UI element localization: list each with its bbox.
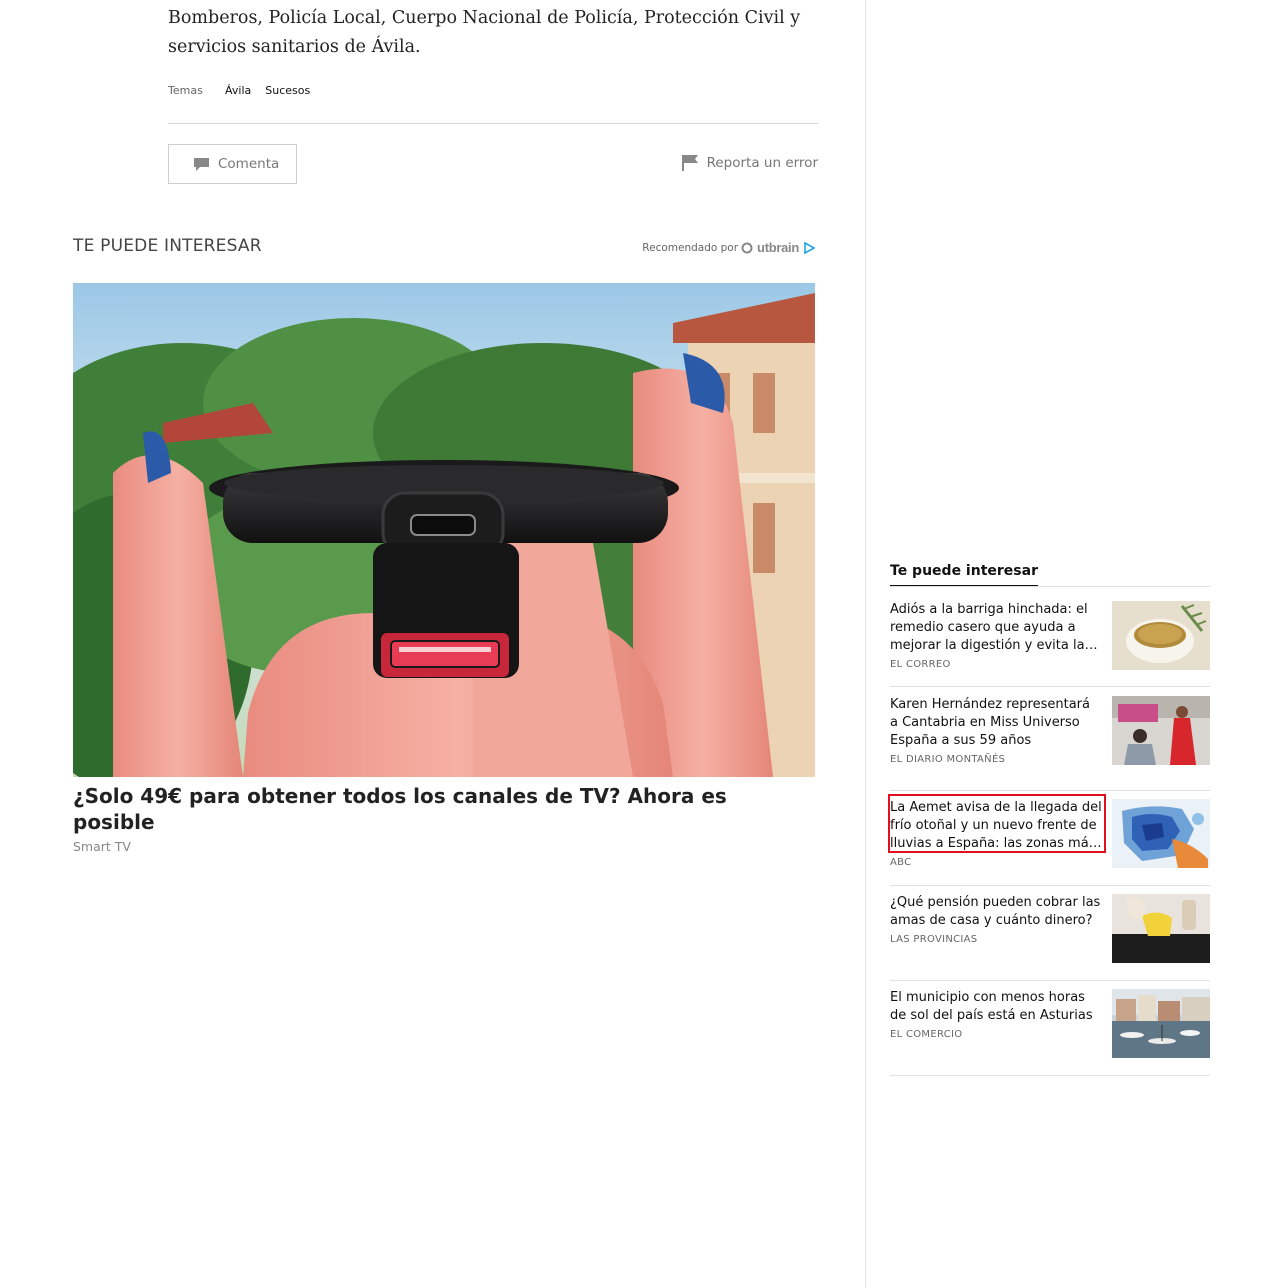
article-paragraph: Bomberos, Policía Local, Cuerpo Nacional…	[168, 8, 801, 57]
sidebar-item[interactable]: El municipio con menos horas de sol del …	[890, 981, 1210, 1076]
adchoices-icon	[804, 241, 815, 254]
woman-red-dress-image[interactable]	[1112, 696, 1210, 765]
promo-card[interactable]: ¿Solo 49€ para obtener todos los canales…	[73, 283, 815, 854]
sidebar-item[interactable]: Adiós a la barriga hinchada: el remedio …	[890, 601, 1210, 687]
article-tail: Bomberos, Policía Local, Cuerpo Nacional…	[168, 4, 818, 184]
sidebar-item-text: ¿Qué pensión pueden cobrar las amas de c…	[890, 894, 1102, 945]
comment-button[interactable]: Comenta	[168, 144, 297, 184]
cleaning-glove-image[interactable]	[1112, 894, 1210, 963]
sidebar-item-headline[interactable]: Adiós a la barriga hinchada: el remedio …	[890, 601, 1102, 655]
topic-link-sucesos[interactable]: Sucesos	[265, 84, 310, 97]
sidebar-item-source: ABC	[890, 857, 912, 868]
sidebar-title: Te puede interesar	[890, 563, 1038, 586]
sidebar-item-headline[interactable]: Karen Hernández representará a Cantabria…	[890, 696, 1102, 750]
flag-icon	[681, 155, 698, 171]
promo-source[interactable]: Smart TV	[73, 839, 815, 854]
sidebar-item-headline[interactable]: El municipio con menos horas de sol del …	[890, 989, 1102, 1025]
promo-image[interactable]	[73, 283, 815, 777]
outbrain-circle-icon	[741, 242, 753, 253]
tea-cup-image[interactable]	[1112, 601, 1210, 670]
comment-button-label: Comenta	[218, 156, 280, 172]
comment-icon	[194, 157, 209, 171]
sidebar-item-text: Karen Hernández representará a Cantabria…	[890, 696, 1102, 765]
topic-link-avila[interactable]: Ávila	[225, 84, 251, 97]
recommendations-header: TE PUEDE INTERESAR Recomendado por utbra…	[73, 236, 815, 260]
sidebar-item-source: EL DIARIO MONTAÑÉS	[890, 754, 1006, 765]
harbor-image[interactable]	[1112, 989, 1210, 1058]
sidebar-item-text: El municipio con menos horas de sol del …	[890, 989, 1102, 1040]
report-error-link[interactable]: Reporta un error	[681, 154, 818, 171]
divider	[168, 123, 818, 124]
sidebar-item-text: Adiós a la barriga hinchada: el remedio …	[890, 601, 1102, 670]
sidebar-item[interactable]: Karen Hernández representará a Cantabria…	[890, 696, 1210, 791]
sidebar-item[interactable]: La Aemet avisa de la llegada del frío ot…	[890, 791, 1210, 886]
topics-label: Temas	[168, 84, 203, 97]
sidebar-item[interactable]: ¿Qué pensión pueden cobrar las amas de c…	[890, 886, 1210, 981]
sidebar-item-source: EL COMERCIO	[890, 1029, 963, 1040]
report-error-label: Reporta un error	[706, 154, 818, 171]
promo-headline[interactable]: ¿Solo 49€ para obtener todos los canales…	[73, 783, 815, 835]
sidebar-item-text: La Aemet avisa de la llegada del frío ot…	[890, 799, 1102, 868]
sidebar-item-headline[interactable]: ¿Qué pensión pueden cobrar las amas de c…	[890, 894, 1102, 930]
weather-map-image[interactable]	[1112, 799, 1210, 868]
outbrain-logo: utbrain	[741, 240, 815, 255]
sidebar-item-headline[interactable]: La Aemet avisa de la llegada del frío ot…	[890, 799, 1102, 853]
recommended-by[interactable]: Recomendado por utbrain	[642, 240, 815, 255]
sidebar-rule	[890, 586, 1210, 587]
topics-bar: Temas Ávila Sucesos	[168, 84, 818, 97]
recommendations-title: TE PUEDE INTERESAR	[73, 236, 262, 256]
sidebar-item-source: LAS PROVINCIAS	[890, 934, 978, 945]
sidebar-item-source: EL CORREO	[890, 659, 951, 670]
column-divider	[865, 0, 866, 1288]
recommended-by-label: Recomendado por	[642, 241, 739, 254]
sidebar-recommendations: Te puede interesar Adiós a la barriga hi…	[890, 560, 1210, 1076]
